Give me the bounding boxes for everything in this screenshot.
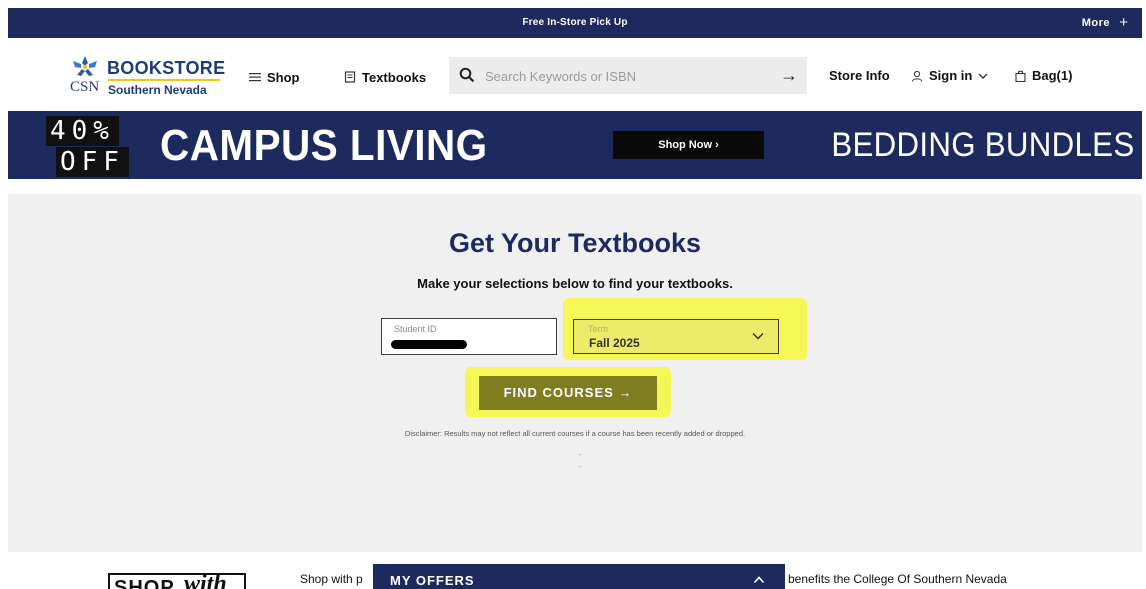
dot: - — [579, 462, 582, 471]
shop-with-logo: SHOP with — [108, 571, 246, 589]
chevron-down-icon — [752, 332, 764, 340]
page-subtitle: Make your selections below to find your … — [417, 276, 733, 291]
store-info-label: Store Info — [829, 68, 890, 83]
loading-dots: - - — [579, 449, 582, 473]
bag-label: Bag(1) — [1032, 68, 1073, 83]
logo-org-text: CSN — [70, 79, 100, 95]
chevron-up-icon[interactable] — [753, 575, 765, 585]
discount-off: OFF — [56, 147, 129, 177]
plus-icon[interactable]: + — [1119, 8, 1128, 38]
banner-right-text: BEDDING BUNDLES — [830, 126, 1134, 164]
campus-living-banner[interactable]: 40% OFF CAMPUS LIVING Shop Now › BEDDING… — [8, 111, 1142, 179]
sign-in-label: Sign in — [929, 68, 973, 83]
redaction-mark — [391, 340, 467, 349]
nav-shop[interactable]: Shop — [249, 68, 300, 86]
dot: - — [579, 450, 582, 459]
flower-logo-icon — [73, 56, 97, 76]
site-header: BOOKSTORE CSN Southern Nevada Shop Textb… — [8, 38, 1142, 110]
page-title: Get Your Textbooks — [448, 228, 702, 258]
nav-textbooks-label: Textbooks — [362, 69, 427, 85]
logo-divider — [108, 79, 220, 81]
discount-percent: 40% — [46, 116, 119, 146]
term-value: Fall 2025 — [589, 336, 640, 350]
more-button[interactable]: More — [1082, 8, 1110, 38]
term-label: Term — [588, 324, 608, 334]
discount-badge: 40% OFF — [38, 114, 148, 178]
footer-text-right: benefits the College Of Southern Nevada — [788, 572, 1007, 586]
term-select[interactable]: Term Fall 2025 — [573, 319, 779, 354]
banner-headline: CAMPUS LIVING — [160, 121, 488, 170]
promo-bar: Free In-Store Pick Up More + — [8, 8, 1142, 38]
student-id-label: Student ID — [394, 324, 437, 334]
chevron-down-icon — [978, 73, 988, 79]
search-icon[interactable] — [459, 67, 475, 83]
search-submit-arrow-icon[interactable]: → — [779, 65, 799, 85]
footer-strip: SHOP with Shop with p benefits the Colle… — [8, 558, 1142, 589]
search-bar: → — [449, 57, 807, 94]
sign-in-menu[interactable]: Sign in — [911, 68, 988, 83]
nav-shop-label: Shop — [267, 69, 300, 85]
logo-campus-text: Southern Nevada — [108, 83, 207, 97]
search-input[interactable] — [485, 63, 765, 89]
shop-now-button[interactable]: Shop Now › — [613, 131, 764, 159]
hamburger-icon — [249, 73, 261, 82]
user-icon — [911, 70, 923, 82]
disclaimer-text: Disclaimer: Results may not reflect all … — [404, 429, 746, 438]
with-word: with — [184, 571, 227, 589]
nav-textbooks[interactable]: Textbooks — [344, 68, 426, 86]
bag-link[interactable]: Bag(1) — [1015, 68, 1072, 83]
book-icon — [344, 71, 356, 83]
my-offers-label: MY OFFERS — [390, 573, 475, 588]
bag-icon — [1015, 70, 1026, 82]
logo-brand-text: BOOKSTORE — [107, 58, 226, 78]
csn-bookstore-logo[interactable]: BOOKSTORE CSN Southern Nevada — [70, 54, 230, 98]
shop-word: SHOP — [114, 577, 175, 589]
student-id-field[interactable]: Student ID — [381, 318, 557, 355]
textbook-finder: Get Your Textbooks Make your selections … — [8, 194, 1142, 552]
find-courses-button[interactable]: FIND COURSES → — [479, 376, 657, 410]
store-info-link[interactable]: Store Info — [829, 68, 890, 83]
promo-message[interactable]: Free In-Store Pick Up — [8, 8, 1142, 38]
my-offers-drawer[interactable]: MY OFFERS — [373, 564, 785, 589]
footer-text-left: Shop with p — [300, 572, 363, 586]
